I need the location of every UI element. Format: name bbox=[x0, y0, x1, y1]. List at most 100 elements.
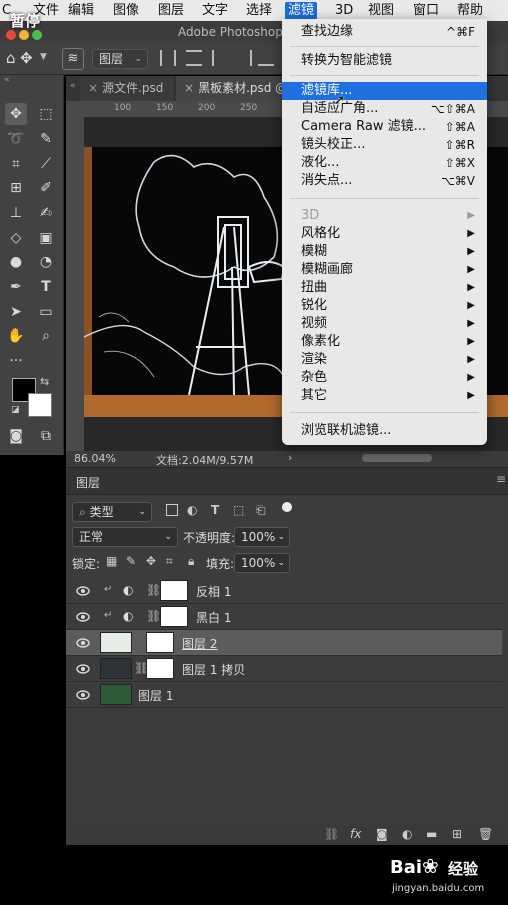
menu-item-browse-online-filters[interactable]: 浏览联机滤镜... bbox=[282, 422, 487, 440]
eraser-tool-icon[interactable]: ◇ bbox=[5, 227, 27, 249]
menu-item-camera-raw[interactable]: Camera Raw 滤镜... ⇧⌘A bbox=[282, 118, 487, 136]
menu-filter[interactable]: 滤镜 bbox=[285, 2, 318, 20]
tab-close-icon[interactable]: × bbox=[88, 81, 98, 95]
tab-source-file[interactable]: × 源文件.psd bbox=[80, 76, 175, 101]
layer-row[interactable]: ↵ ◐ ⛓︎ 黑白 1 bbox=[66, 604, 502, 630]
window-zoom-dot-icon[interactable] bbox=[32, 30, 42, 40]
move-tool-icon[interactable]: ✥ bbox=[20, 49, 33, 67]
default-colors-icon[interactable]: ◪ bbox=[11, 405, 20, 415]
menu-item-vanishing-point[interactable]: 消失点... ⌥⌘V bbox=[282, 172, 487, 190]
window-minimize-dot-icon[interactable] bbox=[19, 30, 29, 40]
menu-edit[interactable]: 编辑 bbox=[68, 2, 94, 20]
eyedropper-tool-icon[interactable]: ⟋ bbox=[35, 153, 57, 175]
tab-close-icon[interactable]: × bbox=[184, 81, 194, 95]
menu-help[interactable]: 帮助 bbox=[457, 2, 483, 20]
menu-item-blur-gallery[interactable]: 模糊画廊 ▶ bbox=[282, 261, 487, 279]
layer-row[interactable]: ↵ ◐ ⛓︎ 反相 1 bbox=[66, 578, 502, 604]
more-tools-icon[interactable]: ··· bbox=[5, 350, 27, 372]
pen-tool-icon[interactable]: ✒ bbox=[5, 276, 27, 298]
lock-all-icon[interactable]: 🔒︎ bbox=[188, 554, 194, 569]
window-close-dot-icon[interactable] bbox=[6, 30, 16, 40]
gradient-tool-icon[interactable]: ▣ bbox=[35, 227, 57, 249]
filter-toggle-icon[interactable] bbox=[282, 502, 292, 512]
align-icon[interactable] bbox=[258, 50, 274, 66]
filter-adjustment-icon[interactable]: ◐ bbox=[187, 503, 197, 517]
fx-icon[interactable]: fx bbox=[350, 827, 361, 841]
add-mask-icon[interactable]: ◙ bbox=[376, 827, 388, 841]
lock-image-icon[interactable]: ✎ bbox=[126, 554, 136, 568]
type-tool-icon[interactable]: T bbox=[35, 276, 57, 298]
menu-window[interactable]: 窗口 bbox=[413, 2, 439, 20]
link-icon[interactable]: ⛓︎ bbox=[146, 583, 161, 597]
status-arrow-icon[interactable]: › bbox=[288, 451, 292, 464]
menu-item-sharpen[interactable]: 锐化 ▶ bbox=[282, 297, 487, 315]
quick-mask-icon[interactable]: ◙ bbox=[5, 425, 27, 447]
link-icon[interactable]: ⛓︎ bbox=[146, 609, 161, 623]
trash-icon[interactable]: 🗑︎ bbox=[478, 827, 493, 841]
lock-position-icon[interactable]: ✥ bbox=[146, 554, 156, 568]
visibility-eye-icon[interactable] bbox=[76, 688, 90, 702]
zoom-level[interactable]: 86.04% bbox=[74, 452, 116, 465]
collapse-icon[interactable]: « bbox=[70, 81, 76, 91]
menu-item-filter-gallery[interactable]: 滤镜库... bbox=[282, 82, 487, 100]
visibility-eye-icon[interactable] bbox=[76, 636, 90, 650]
filter-smart-object-icon[interactable]: ⎗ bbox=[256, 503, 266, 518]
menu-item-render[interactable]: 渲染 ▶ bbox=[282, 351, 487, 369]
blend-mode-dropdown[interactable]: 正常 ⌄ bbox=[72, 527, 178, 547]
menu-view[interactable]: 视图 bbox=[368, 2, 394, 20]
blur-tool-icon[interactable]: ● bbox=[5, 251, 27, 273]
crop-tool-icon[interactable]: ⌗ bbox=[5, 153, 27, 175]
layer-thumbnail[interactable] bbox=[100, 632, 132, 653]
lock-transparent-icon[interactable]: ▦ bbox=[106, 554, 117, 568]
menu-item-convert-smart-filter[interactable]: 转换为智能滤镜 bbox=[282, 52, 487, 70]
lasso-tool-icon[interactable]: ➰ bbox=[5, 128, 27, 150]
quick-select-tool-icon[interactable]: ✎ bbox=[35, 128, 57, 150]
path-select-icon[interactable]: ➤ bbox=[5, 301, 27, 323]
visibility-eye-icon[interactable] bbox=[76, 610, 90, 624]
layer-name[interactable]: 反相 1 bbox=[196, 583, 231, 600]
lock-artboard-icon[interactable]: ⌗ bbox=[166, 554, 173, 569]
filter-type-icon[interactable]: T bbox=[211, 503, 219, 517]
layers-stack-icon[interactable]: ≋ bbox=[62, 48, 84, 70]
layer-name[interactable]: 图层 2 bbox=[182, 635, 217, 652]
menu-item-liquify[interactable]: 液化... ⇧⌘X bbox=[282, 154, 487, 172]
new-adjustment-icon[interactable]: ◐ bbox=[402, 827, 412, 841]
filter-pixel-icon[interactable] bbox=[166, 504, 178, 516]
tab-layers[interactable]: 图层 bbox=[76, 474, 100, 491]
opacity-field[interactable]: 100% ⌄ bbox=[234, 527, 290, 547]
brush-tool-icon[interactable]: ✐ bbox=[35, 177, 57, 199]
filter-shape-icon[interactable]: ⬚ bbox=[233, 503, 244, 517]
link-layers-icon[interactable]: ⛓︎ bbox=[324, 827, 339, 841]
menu-3d[interactable]: 3D bbox=[335, 2, 353, 20]
menu-item-stylize[interactable]: 风格化 ▶ bbox=[282, 225, 487, 243]
menu-item-find-edges[interactable]: 查找边缘 ^⌘F bbox=[282, 23, 487, 41]
menu-type[interactable]: 文字 bbox=[202, 2, 228, 20]
layer-thumbnail[interactable] bbox=[100, 684, 132, 705]
layer-row[interactable]: 图层 1 bbox=[66, 682, 502, 708]
healing-brush-icon[interactable]: ⊞ bbox=[5, 177, 27, 199]
menu-item-lens-correction[interactable]: 镜头校正... ⇧⌘R bbox=[282, 136, 487, 154]
layer-name[interactable]: 图层 1 拷贝 bbox=[182, 661, 245, 678]
fill-field[interactable]: 100% ⌄ bbox=[234, 553, 290, 573]
chevron-down-icon[interactable]: ▼ bbox=[40, 52, 47, 62]
layer-mask-thumbnail[interactable] bbox=[160, 580, 188, 601]
horizontal-scrollbar[interactable] bbox=[362, 454, 432, 462]
layer-row[interactable]: ⛓︎ 图层 1 拷贝 bbox=[66, 656, 502, 682]
menu-item-blur[interactable]: 模糊 ▶ bbox=[282, 243, 487, 261]
menu-layer[interactable]: 图层 bbox=[158, 2, 184, 20]
visibility-eye-icon[interactable] bbox=[76, 584, 90, 598]
new-layer-icon[interactable]: ⊞ bbox=[452, 827, 462, 841]
home-icon[interactable]: ⌂ bbox=[6, 49, 16, 67]
menu-item-pixelate[interactable]: 像素化 ▶ bbox=[282, 333, 487, 351]
layer-name[interactable]: 图层 1 bbox=[138, 687, 173, 704]
auto-select-dropdown[interactable]: 图层 ⌄ bbox=[92, 49, 148, 69]
filter-kind-dropdown[interactable]: ⌕ 类型 ⌄ bbox=[72, 502, 152, 522]
panel-menu-icon[interactable]: ≡ bbox=[496, 472, 506, 486]
menu-item-other[interactable]: 其它 ▶ bbox=[282, 387, 487, 405]
tab-blackboard[interactable]: ×黑板素材.psd @ 8 bbox=[176, 76, 296, 120]
align-icon[interactable] bbox=[160, 50, 176, 66]
menu-item-noise[interactable]: 杂色 ▶ bbox=[282, 369, 487, 387]
layer-row-selected[interactable]: 图层 2 bbox=[66, 630, 502, 656]
visibility-eye-icon[interactable] bbox=[76, 662, 90, 676]
layer-mask-thumbnail[interactable] bbox=[146, 632, 174, 653]
